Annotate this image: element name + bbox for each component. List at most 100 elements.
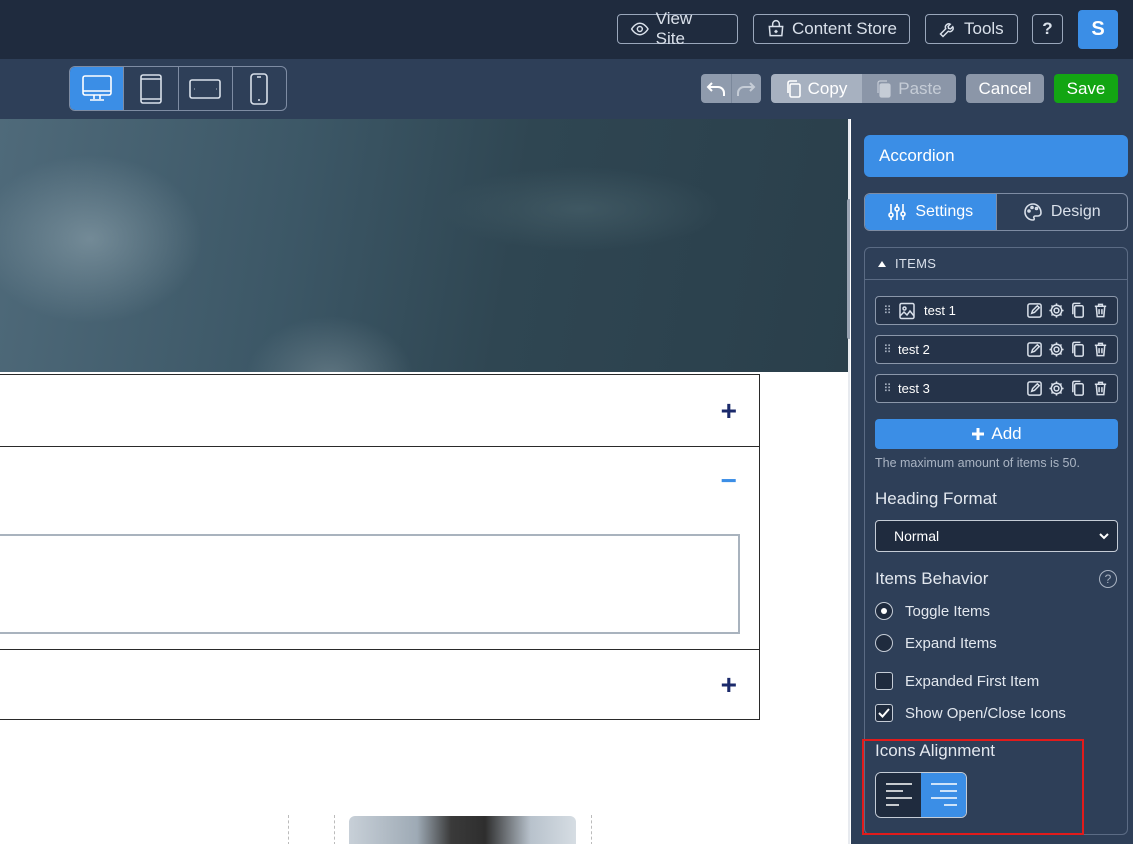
content-store-button[interactable]: Content Store <box>753 14 910 44</box>
trash-icon[interactable] <box>1092 341 1109 358</box>
tab-design-label: Design <box>1050 203 1101 220</box>
panel-tabs: Settings Design <box>864 193 1128 231</box>
device-tablet-landscape-button[interactable] <box>179 67 233 110</box>
align-right-button[interactable] <box>921 773 966 817</box>
copy-paste-group: Copy Paste <box>771 74 956 103</box>
accordion-collapse-icon[interactable]: − <box>721 467 737 495</box>
device-switcher <box>69 66 287 111</box>
redo-icon <box>737 81 756 96</box>
cancel-button[interactable]: Cancel <box>966 74 1044 103</box>
plus-icon <box>972 428 985 440</box>
heading-format-select[interactable]: Normal <box>875 520 1118 552</box>
trash-icon[interactable] <box>1092 380 1109 397</box>
panel-title: Accordion <box>864 135 1128 177</box>
hero-image[interactable] <box>0 119 848 372</box>
tablet-portrait-icon <box>140 73 162 104</box>
item-label: test 3 <box>898 381 930 396</box>
paste-label: Paste <box>898 78 942 98</box>
list-item[interactable]: ⠿ test 1 <box>875 296 1118 325</box>
column-guide <box>288 815 289 844</box>
radio-toggle-items[interactable]: Toggle Items <box>875 602 990 620</box>
list-item[interactable]: ⠿ test 3 <box>875 374 1118 403</box>
align-right-icon <box>930 783 957 806</box>
radio-button[interactable] <box>875 634 893 652</box>
device-mobile-button[interactable] <box>233 67 286 110</box>
icons-alignment-toggle <box>875 772 967 818</box>
help-button[interactable]: ? <box>1032 14 1063 44</box>
canvas-scrollbar-thumb[interactable] <box>847 199 850 339</box>
max-items-note: The maximum amount of items is 50. <box>875 456 1080 470</box>
edit-icon[interactable] <box>1026 341 1043 358</box>
page-canvas: + − + <box>0 119 850 844</box>
undo-icon <box>706 81 725 96</box>
tab-design[interactable]: Design <box>995 194 1128 230</box>
undo-button[interactable] <box>701 74 732 103</box>
radio-label: Toggle Items <box>905 602 991 620</box>
align-left-icon <box>885 783 912 806</box>
palette-icon <box>1024 203 1042 221</box>
gear-icon[interactable] <box>1048 302 1065 319</box>
trash-icon[interactable] <box>1092 302 1109 319</box>
accordion-item-1[interactable]: + <box>0 374 760 447</box>
checkbox-expanded-first-item[interactable]: Expanded First Item <box>875 672 1039 690</box>
tab-settings-label: Settings <box>915 203 974 220</box>
duplicate-icon[interactable] <box>1070 302 1087 319</box>
checkbox[interactable] <box>875 704 893 722</box>
view-site-button[interactable]: View Site <box>617 9 738 48</box>
help-icon[interactable]: ? <box>1099 570 1117 588</box>
duplicate-icon[interactable] <box>1070 380 1087 397</box>
heading-format-value: Normal <box>894 528 940 544</box>
eye-icon <box>630 22 649 36</box>
items-section-header[interactable]: ITEMS <box>865 248 1127 280</box>
duplicate-icon[interactable] <box>1070 341 1087 358</box>
add-item-label: Add <box>991 424 1022 443</box>
items-section-title: ITEMS <box>895 256 937 271</box>
edit-icon[interactable] <box>1026 302 1043 319</box>
device-desktop-button[interactable] <box>70 67 125 110</box>
checkbox[interactable] <box>875 672 893 690</box>
save-label: Save <box>1066 78 1106 98</box>
store-icon <box>768 20 784 37</box>
tools-button[interactable]: Tools <box>925 14 1018 44</box>
list-item[interactable]: ⠿ test 2 <box>875 335 1118 364</box>
accordion-item-2[interactable]: − <box>0 446 760 650</box>
desktop-icon <box>81 74 112 101</box>
icons-alignment-label: Icons Alignment <box>875 741 996 760</box>
editor-toolbar: Copy Paste Cancel Save <box>0 59 1133 119</box>
panel-title-label: Accordion <box>879 146 955 165</box>
copy-label: Copy <box>807 78 848 98</box>
drag-handle-icon[interactable]: ⠿ <box>876 304 898 317</box>
accordion-item-content[interactable] <box>0 534 740 634</box>
paste-button[interactable]: Paste <box>862 74 956 103</box>
heading-format-label: Heading Format <box>875 489 997 508</box>
device-tablet-portrait-button[interactable] <box>124 67 179 110</box>
mobile-icon <box>250 72 269 105</box>
copy-button[interactable]: Copy <box>771 74 862 103</box>
column-guide <box>334 815 335 844</box>
accordion-item-3[interactable]: + <box>0 649 760 720</box>
gear-icon[interactable] <box>1048 341 1065 358</box>
checkbox-show-open-close-icons[interactable]: Show Open/Close Icons <box>875 704 1066 722</box>
gear-icon[interactable] <box>1048 380 1065 397</box>
chevron-down-icon <box>1099 533 1109 540</box>
items-section: ITEMS ⠿ test 1 ⠿ test 2 ⠿ test 3 Add The… <box>864 247 1128 835</box>
add-item-button[interactable]: Add <box>875 419 1118 449</box>
user-avatar[interactable]: S <box>1078 10 1118 49</box>
accordion-expand-icon[interactable]: + <box>721 671 737 699</box>
align-left-button[interactable] <box>876 773 921 817</box>
paste-icon <box>877 79 891 98</box>
tab-settings[interactable]: Settings <box>865 194 996 230</box>
content-image[interactable] <box>349 816 576 844</box>
edit-icon[interactable] <box>1026 380 1043 397</box>
accordion-expand-icon[interactable]: + <box>721 397 737 425</box>
items-behavior-label: Items Behavior <box>875 569 989 588</box>
view-site-label: View Site <box>655 9 693 48</box>
save-button[interactable]: Save <box>1054 74 1118 103</box>
radio-button[interactable] <box>875 602 893 620</box>
wrench-icon <box>939 23 954 38</box>
drag-handle-icon[interactable]: ⠿ <box>876 382 898 395</box>
avatar-initial: S <box>1091 18 1105 40</box>
drag-handle-icon[interactable]: ⠿ <box>876 343 898 356</box>
redo-button[interactable] <box>732 74 762 103</box>
radio-expand-items[interactable]: Expand Items <box>875 634 997 652</box>
